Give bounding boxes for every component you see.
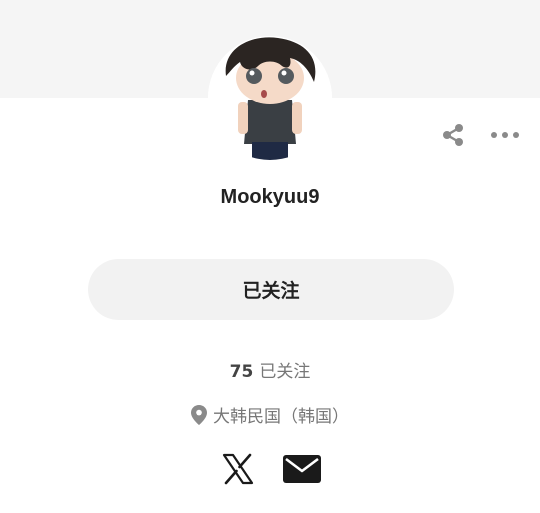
username: Mookyuu9 — [220, 186, 320, 208]
more-options-button[interactable] — [490, 120, 520, 150]
mail-icon — [283, 455, 321, 483]
x-link[interactable] — [219, 450, 257, 488]
profile-actions — [438, 120, 520, 150]
share-button[interactable] — [438, 120, 468, 150]
following-label: 已关注 — [259, 362, 311, 382]
social-links — [0, 450, 540, 488]
more-horizontal-icon — [491, 132, 519, 138]
avatar[interactable] — [208, 36, 332, 160]
following-stat[interactable]: 75 已关注 — [0, 357, 540, 382]
email-link[interactable] — [283, 450, 321, 488]
location: 大韩民国（韩国） — [0, 402, 540, 427]
location-pin-icon — [191, 404, 207, 425]
avatar-illustration — [208, 36, 332, 160]
following-count: 75 — [229, 362, 254, 382]
location-text: 大韩民国（韩国） — [213, 407, 349, 427]
x-logo-icon — [222, 453, 254, 485]
follow-button[interactable]: 已关注 — [88, 259, 454, 320]
share-icon — [443, 124, 463, 146]
